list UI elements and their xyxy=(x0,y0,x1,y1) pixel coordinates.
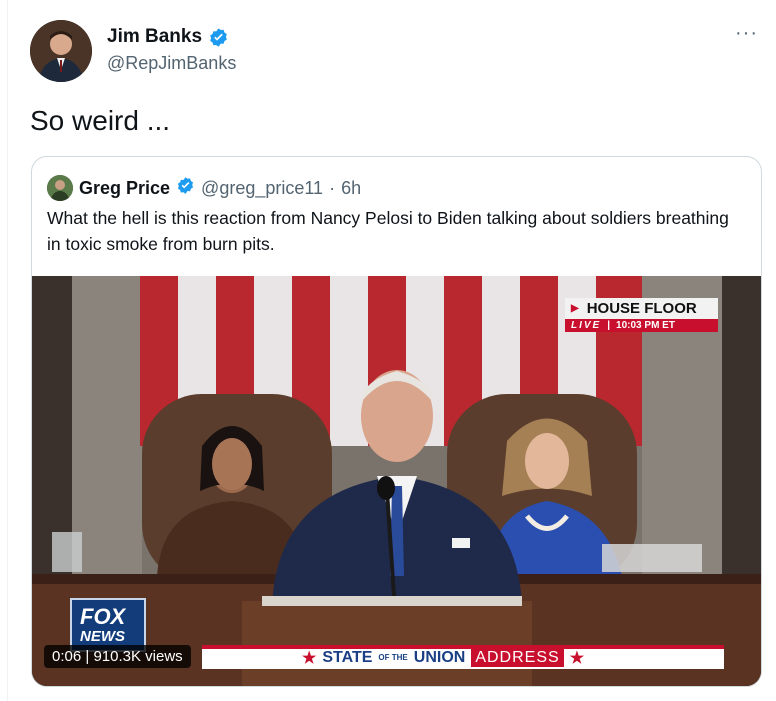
play-triangle-icon: ▶ xyxy=(571,303,579,314)
star-icon: ★ xyxy=(569,650,585,667)
live-label: LIVE xyxy=(571,320,602,331)
author-handle[interactable]: @RepJimBanks xyxy=(107,53,236,74)
quoted-author-handle[interactable]: @greg_price11 xyxy=(201,178,323,199)
author-avatar[interactable] xyxy=(30,20,92,82)
state-of-union-ticker: ★ STATE OF THE UNION ADDRESS ★ xyxy=(202,645,724,669)
ticker-of-the: OF THE xyxy=(378,653,408,662)
fox-news-logo: FOX NEWS xyxy=(70,598,146,652)
separator-dot: · xyxy=(329,177,336,198)
house-floor-badge: ▶ HOUSE FLOOR LIVE | 10:03 PM ET xyxy=(565,298,718,332)
ticker-union: UNION xyxy=(413,649,466,666)
star-icon: ★ xyxy=(302,650,317,667)
video-time-views: 0:06 | 910.3K views xyxy=(44,645,191,668)
author-name[interactable]: Jim Banks xyxy=(107,26,202,48)
quoted-tweet[interactable]: Greg Price @greg_price11 · 6h What the h… xyxy=(31,156,762,687)
quoted-tweet-time[interactable]: 6h xyxy=(341,178,361,199)
quoted-verified-badge-icon xyxy=(176,176,195,200)
ticker-address: ADDRESS xyxy=(471,649,564,667)
timeline-border xyxy=(7,0,8,701)
ticker-state: STATE xyxy=(322,649,373,666)
quoted-author-name[interactable]: Greg Price xyxy=(79,178,170,199)
verified-badge-icon xyxy=(208,27,229,48)
video-time: 0:06 xyxy=(52,648,82,665)
live-separator: | xyxy=(607,320,611,331)
video-views: 910.3K views xyxy=(93,648,183,665)
live-time: 10:03 PM ET xyxy=(616,320,675,331)
tweet-text: So weird ... xyxy=(30,105,171,136)
video-player[interactable]: ▶ HOUSE FLOOR LIVE | 10:03 PM ET FOX NEWS ★… xyxy=(32,276,761,686)
more-options-icon[interactable]: ··· xyxy=(735,22,758,45)
house-floor-label: HOUSE FLOOR xyxy=(586,300,697,317)
quoted-author-avatar[interactable] xyxy=(47,175,73,201)
quoted-tweet-text: What the hell is this reaction from Nanc… xyxy=(47,208,729,254)
